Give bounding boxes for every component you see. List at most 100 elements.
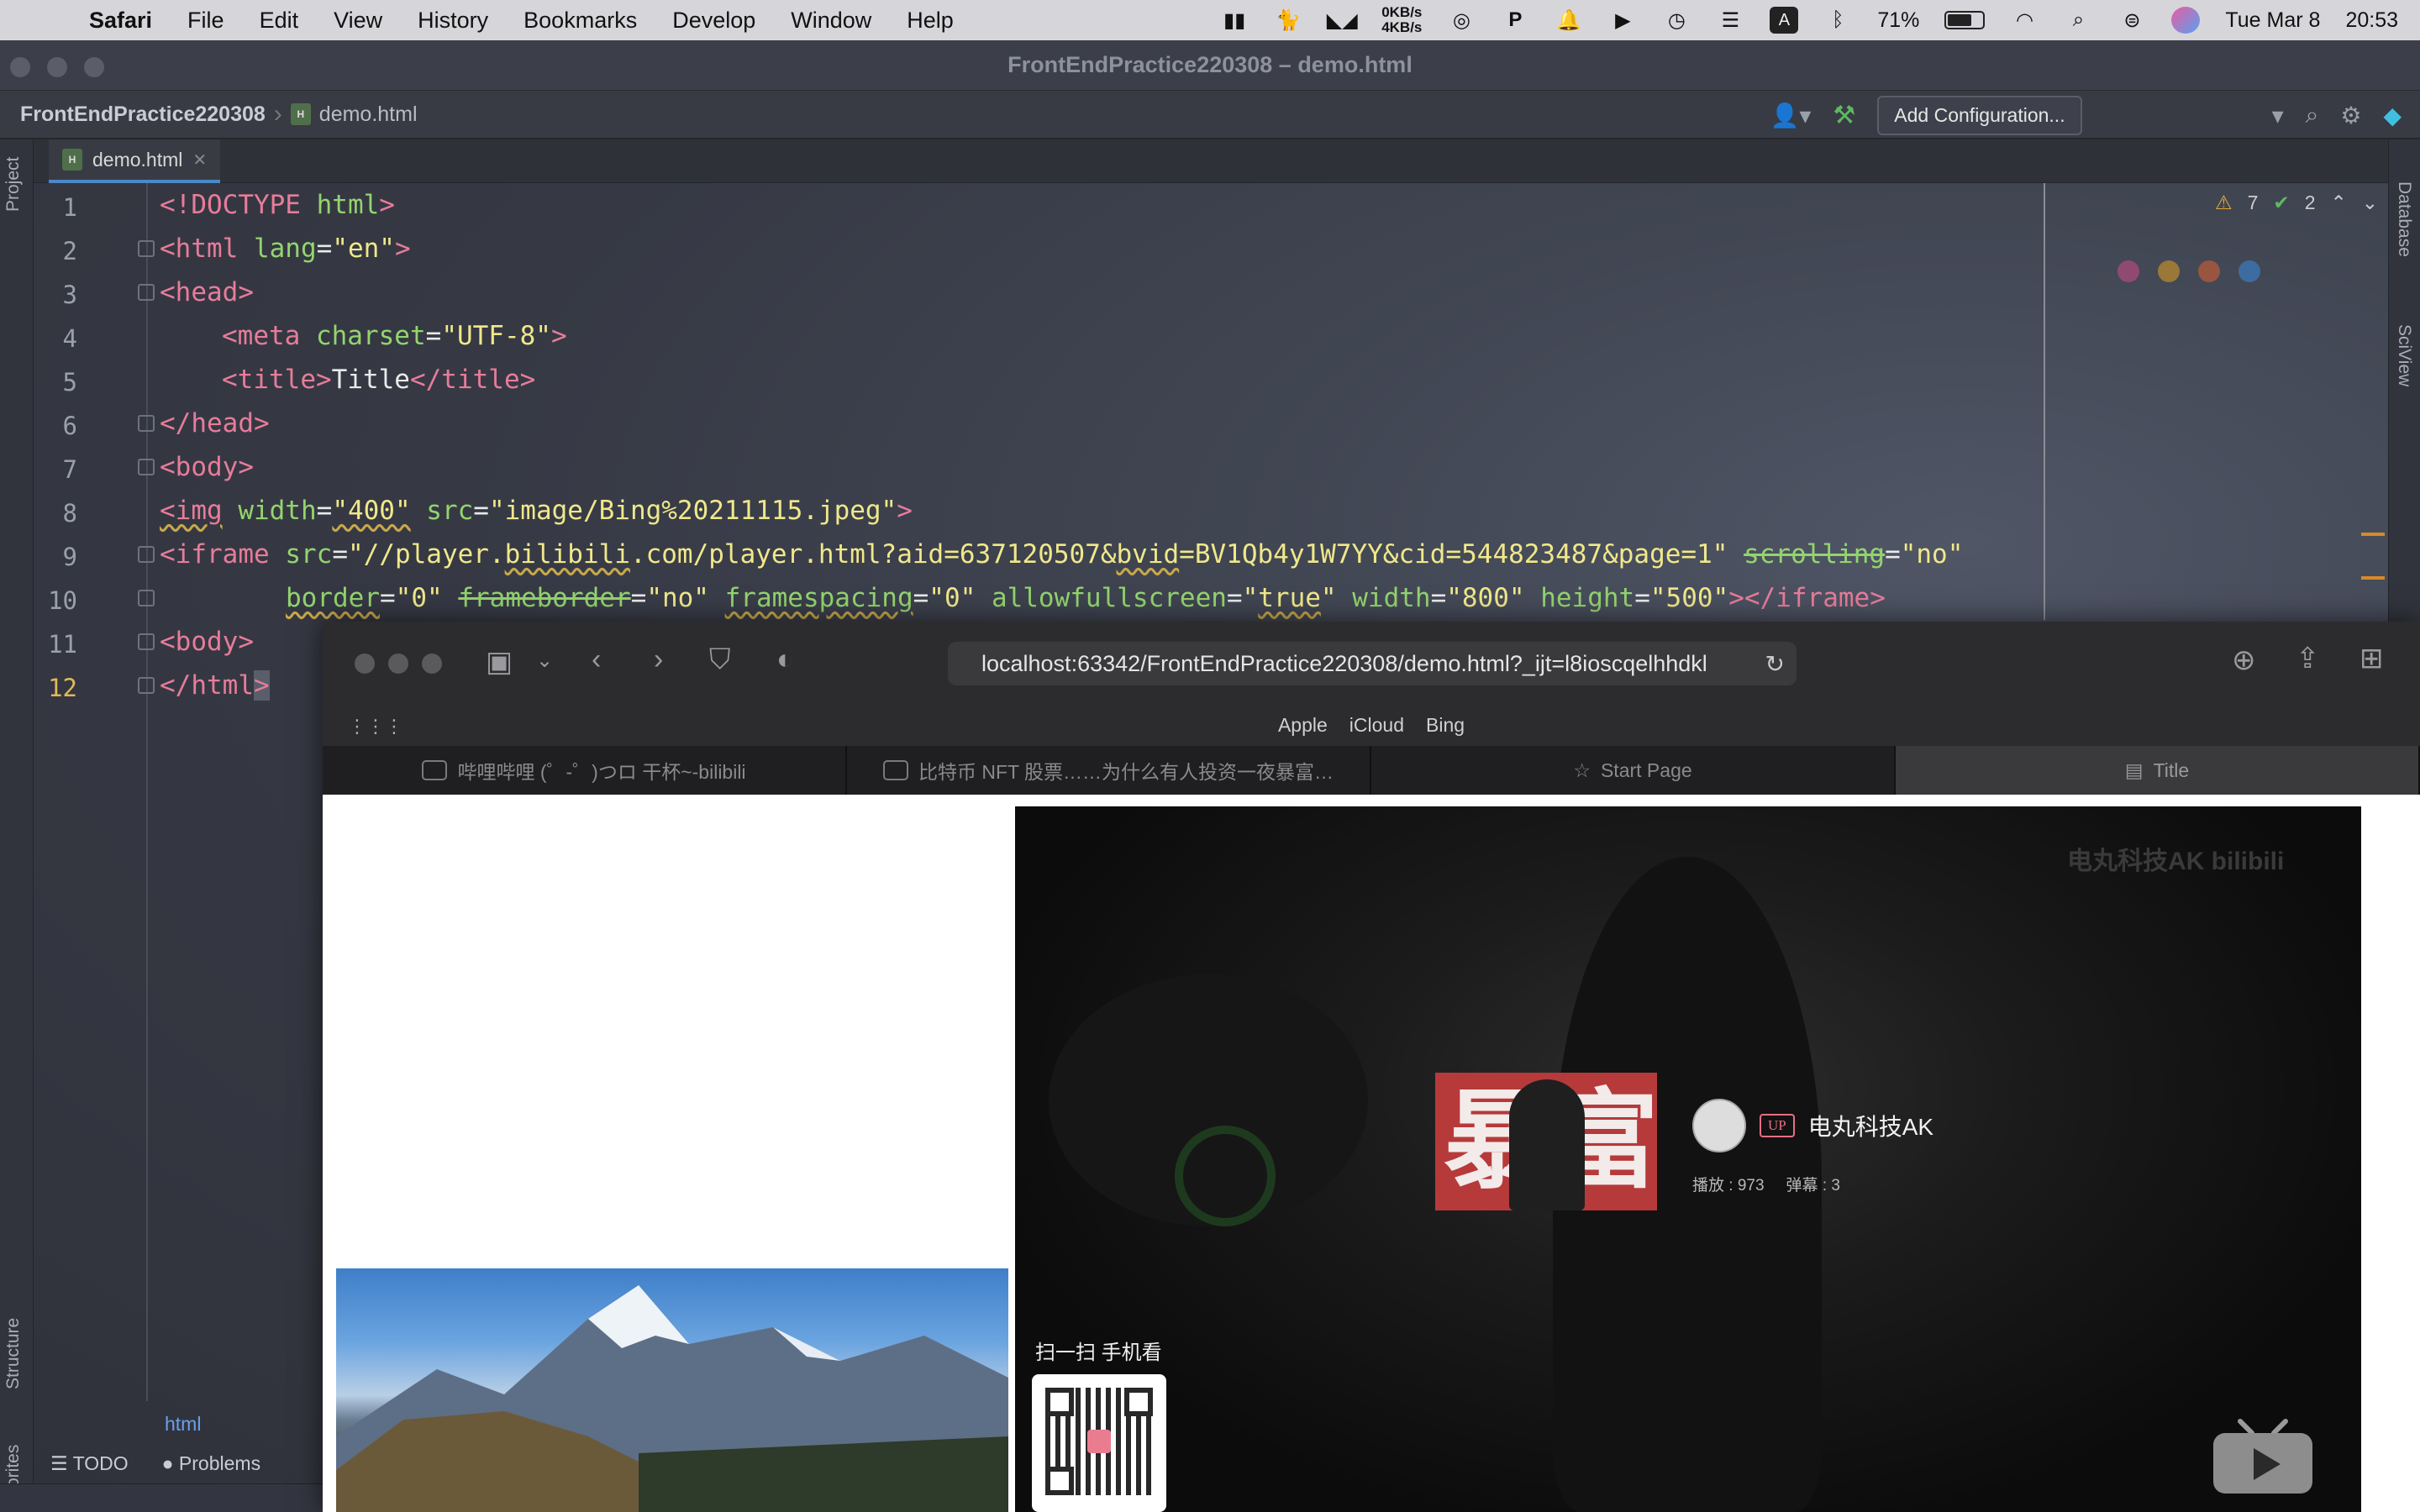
video-cover[interactable]: 暴 富 xyxy=(1435,1073,1657,1210)
menu-develop[interactable]: Develop xyxy=(672,8,755,34)
bell-icon[interactable]: 🔔 xyxy=(1555,7,1583,34)
time-machine-icon[interactable]: ◷ xyxy=(1662,7,1691,34)
apple-menu-icon[interactable] xyxy=(29,0,72,40)
menu-view[interactable]: View xyxy=(334,8,382,34)
user-icon[interactable]: 👤▾ xyxy=(1770,102,1811,129)
code-line-7[interactable]: <body> xyxy=(160,445,254,489)
bluetooth-icon[interactable]: ᛒ xyxy=(1823,7,1852,34)
avatar[interactable] xyxy=(1692,1099,1746,1152)
chevron-down-icon[interactable]: ⌄ xyxy=(2362,192,2378,214)
play-circle-icon[interactable]: ▶ xyxy=(1608,7,1637,34)
build-hammer-icon[interactable]: ⚒ xyxy=(1833,101,1855,130)
fold-marker-icon[interactable] xyxy=(138,677,155,694)
add-configuration-button[interactable]: Add Configuration... xyxy=(1877,95,2082,135)
tab-start-page[interactable]: ☆ Start Page xyxy=(1371,746,1896,795)
search-icon[interactable]: ⌕ xyxy=(2306,102,2319,129)
fold-marker-icon[interactable] xyxy=(138,546,155,563)
gear-icon[interactable]: ⚙ xyxy=(2340,102,2361,129)
code-line-6[interactable]: </head> xyxy=(160,402,270,445)
p-icon[interactable]: P xyxy=(1501,7,1529,34)
run-dropdown-icon[interactable]: ▾ xyxy=(2272,102,2284,129)
cat-icon[interactable]: 🐈 xyxy=(1274,7,1302,34)
tab-bilibili[interactable]: 哔哩哔哩 (゜-゜)つロ 干杯~-bilibili xyxy=(323,746,847,795)
share-icon[interactable]: ⇪ xyxy=(2296,642,2320,675)
todo-tab[interactable]: ☰ TODO xyxy=(50,1452,129,1475)
code-line-9[interactable]: <iframe src="//player.bilibili.com/playe… xyxy=(160,533,1963,576)
tab-overview-icon[interactable]: ⊞ xyxy=(2360,642,2384,675)
input-source-icon[interactable]: A xyxy=(1770,7,1799,34)
safari-icon[interactable] xyxy=(2238,260,2260,282)
sciview-tool-tab[interactable]: SciView xyxy=(2394,324,2414,386)
reload-icon[interactable]: ↻ xyxy=(1765,650,1785,678)
code-line-2[interactable]: <html lang="en"> xyxy=(160,227,411,270)
tab-title-page[interactable]: ▤ Title xyxy=(1896,746,2420,795)
network-speed[interactable]: 0KB/s 4KB/s xyxy=(1381,5,1422,35)
privacy-shield-icon[interactable]: ⛉ xyxy=(709,643,731,676)
cat-face-icon[interactable]: ◣◢ xyxy=(1327,7,1358,34)
battery-icon[interactable] xyxy=(1944,11,1986,29)
fold-marker-icon[interactable] xyxy=(138,459,155,475)
favorite-apple[interactable]: Apple xyxy=(1278,714,1328,737)
intellij-browser-icon[interactable] xyxy=(2118,260,2139,282)
tab-bitcoin-video[interactable]: 比特币 NFT 股票……为什么有人投资一夜暴富… xyxy=(847,746,1371,795)
dock-icon[interactable]: ☰ xyxy=(1716,7,1744,34)
error-stripe-mark[interactable] xyxy=(2361,533,2385,536)
fold-marker-icon[interactable] xyxy=(138,240,155,257)
download-icon[interactable]: ⊕ xyxy=(2232,643,2256,677)
code-line-1[interactable]: <!DOCTYPE html> xyxy=(160,183,395,227)
chevron-up-icon[interactable]: ⌃ xyxy=(2331,192,2347,214)
chevron-down-icon[interactable]: ⌄ xyxy=(536,648,553,673)
bilibili-player-iframe[interactable]: 电丸科技AK bilibili 暴 富 UP 电丸科技AK 播放 : 973 弹… xyxy=(1015,806,2361,1512)
project-tool-tab[interactable]: Project xyxy=(3,157,24,212)
menu-edit[interactable]: Edit xyxy=(260,8,299,34)
spotlight-icon[interactable]: ⌕ xyxy=(2064,7,2092,34)
breadcrumb-project[interactable]: FrontEndPractice220308 xyxy=(20,102,266,127)
back-icon[interactable]: ‹ xyxy=(592,643,601,676)
equalizer-icon[interactable]: ▮▮ xyxy=(1220,7,1249,34)
safari-close-button[interactable] xyxy=(355,654,375,674)
fold-marker-icon[interactable] xyxy=(138,415,155,432)
inspection-widget[interactable]: ⚠ 7 ✔ 2 ⌃ ⌄ xyxy=(2215,192,2378,214)
favorite-bing[interactable]: Bing xyxy=(1426,714,1465,737)
menu-file[interactable]: File xyxy=(187,8,224,34)
fold-marker-icon[interactable] xyxy=(138,590,155,606)
breadcrumb-file[interactable]: H demo.html xyxy=(290,102,418,127)
code-line-8[interactable]: <img width="400" src="image/Bing%2021111… xyxy=(160,489,913,533)
safari-zoom-button[interactable] xyxy=(422,654,442,674)
uploader-name[interactable]: 电丸科技AK xyxy=(1808,1109,1933,1142)
code-line-10[interactable]: border="0" frameborder="no" framespacing… xyxy=(286,576,1886,620)
fold-marker-icon[interactable] xyxy=(138,284,155,301)
grid-icon[interactable]: ⋮⋮⋮ xyxy=(348,716,403,738)
ide-close-button[interactable] xyxy=(10,57,30,77)
code-line-12[interactable]: </html> xyxy=(160,664,270,707)
favorite-icloud[interactable]: iCloud xyxy=(1349,714,1404,737)
structure-breadcrumb[interactable]: html xyxy=(165,1413,201,1436)
sidebar-icon[interactable]: ▣ xyxy=(486,645,513,679)
structure-tool-tab[interactable]: Structure xyxy=(3,1318,24,1389)
control-center-icon[interactable]: ⊜ xyxy=(2118,7,2146,34)
menu-history[interactable]: History xyxy=(418,8,488,34)
bilibili-play-icon[interactable] xyxy=(2208,1416,2317,1497)
app-menu[interactable]: Safari xyxy=(89,8,152,34)
database-tool-tab[interactable]: Database xyxy=(2394,181,2414,257)
firefox-icon[interactable] xyxy=(2198,260,2220,282)
ring-icon[interactable]: ◎ xyxy=(1447,7,1476,34)
close-icon[interactable]: ✕ xyxy=(192,150,207,171)
chrome-icon[interactable] xyxy=(2158,260,2180,282)
code-line-5[interactable]: <title>Title</title> xyxy=(222,358,535,402)
forward-icon[interactable]: › xyxy=(654,643,663,676)
ide-minimize-button[interactable] xyxy=(47,57,67,77)
safari-minimize-button[interactable] xyxy=(388,654,408,674)
fold-marker-icon[interactable] xyxy=(138,633,155,650)
menu-window[interactable]: Window xyxy=(791,8,871,34)
address-bar[interactable]: localhost:63342/FrontEndPractice220308/d… xyxy=(948,642,1797,685)
menu-help[interactable]: Help xyxy=(907,8,954,34)
problems-tab[interactable]: ● Problems xyxy=(162,1452,260,1475)
wifi-icon[interactable]: ◠ xyxy=(2010,7,2039,34)
code-line-3[interactable]: <head> xyxy=(160,270,254,314)
ide-zoom-button[interactable] xyxy=(84,57,104,77)
code-line-4[interactable]: <meta charset="UTF-8"> xyxy=(222,314,567,358)
menu-bookmarks[interactable]: Bookmarks xyxy=(523,8,637,34)
tab-demo-html[interactable]: H demo.html ✕ xyxy=(49,139,221,183)
siri-icon[interactable] xyxy=(2171,7,2201,34)
